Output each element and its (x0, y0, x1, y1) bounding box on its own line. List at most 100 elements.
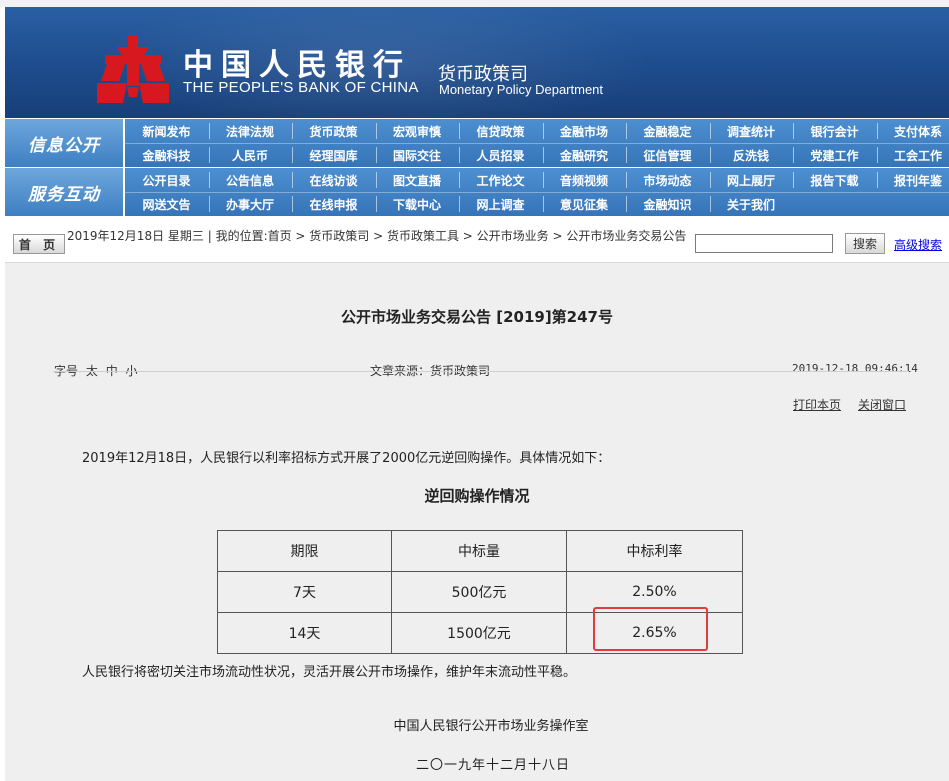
nav-separator (793, 123, 794, 139)
table-cell: 7天 (217, 571, 392, 613)
nav-item[interactable]: 货币政策 (292, 119, 375, 143)
nav-separator (375, 123, 377, 139)
nav-items-panel: 公开目录 公告信息 在线访谈 图文直播 工作论文 音频视频 市场动态 网上展厅 报告下载 报刊年鉴… (125, 168, 949, 216)
print-page-link[interactable]: 打印本页 (793, 396, 841, 413)
table-header-row: 期限 中标量 中标利率 (217, 530, 743, 572)
nav-separator (709, 172, 711, 188)
article-panel: 公开市场业务交易公告 [2019]第247号 字号 太 中 小 文章来源：货币政… (5, 262, 949, 781)
nav-separator (375, 172, 377, 188)
nav-group-service: 服务互动 公开目录 公告信息 在线访谈 图文直播 工作论文 音频视频 市场动态 网上展厅 报告下… (5, 168, 949, 216)
nav-separator (375, 196, 377, 212)
nav-group-title[interactable]: 服务互动 (5, 168, 123, 216)
nav-separator (292, 196, 293, 212)
browser-top-strip (0, 0, 949, 7)
breadcrumb-bar: 首 页 2019年12月18日 星期三 | 我的位置:首页 > 货币政策司 > … (5, 228, 949, 258)
nav-item[interactable]: 党建工作 (793, 143, 876, 167)
nav-separator (459, 196, 460, 212)
nav-item[interactable]: 报告下载 (793, 168, 876, 192)
nav-item[interactable]: 金融市场 (543, 119, 626, 143)
nav-separator (208, 123, 210, 139)
meta-divider (53, 371, 909, 372)
signature-organization: 中国人民银行公开市场业务操作室 (393, 719, 589, 734)
nav-separator (709, 147, 711, 163)
nav-item[interactable]: 下载中心 (376, 192, 459, 216)
nav-item[interactable]: 意见征集 (543, 192, 626, 216)
nav-item[interactable]: 网上调查 (459, 192, 542, 216)
nav-separator (626, 147, 627, 163)
nav-item[interactable]: 支付体系 (877, 119, 949, 143)
nav-separator (793, 172, 794, 188)
table-header-cell: 中标利率 (566, 530, 743, 572)
nav-item[interactable]: 公告信息 (209, 168, 292, 192)
nav-separator (208, 147, 210, 163)
nav-item[interactable]: 工会工作 (877, 143, 949, 167)
article-datetime: 2019-12-18 09:46:14 (792, 362, 918, 375)
highlight-annotation-box (593, 607, 708, 651)
nav-item[interactable]: 人员招录 (459, 143, 542, 167)
bank-name-en: THE PEOPLE'S BANK OF CHINA (183, 79, 419, 96)
table-cell: 500亿元 (391, 571, 567, 613)
search-input[interactable] (695, 234, 833, 253)
nav-separator (626, 172, 627, 188)
nav-separator (542, 196, 544, 212)
home-button[interactable]: 首 页 (13, 234, 65, 254)
nav-item[interactable]: 在线访谈 (292, 168, 375, 192)
nav-separator (542, 147, 544, 163)
nav-separator (626, 196, 627, 212)
nav-item[interactable]: 网送文告 (125, 192, 208, 216)
nav-separator (709, 123, 711, 139)
nav-separator (876, 123, 878, 139)
table-title: 逆回购操作情况 (424, 487, 530, 505)
bank-name-cn: 中国人民银行 (183, 48, 411, 83)
main-navigation: 信息公开 新闻发布 法律法规 货币政策 宏观审慎 信贷政策 金融市场 金融稳定 调查统计 银行会… (5, 118, 949, 216)
nav-group-title[interactable]: 信息公开 (5, 119, 123, 167)
close-window-link[interactable]: 关闭窗口 (858, 396, 906, 413)
article-title: 公开市场业务交易公告 [2019]第247号 (341, 308, 613, 326)
nav-item[interactable]: 市场动态 (626, 168, 709, 192)
nav-item[interactable]: 工作论文 (459, 168, 542, 192)
nav-item[interactable]: 报刊年鉴 (877, 168, 949, 192)
nav-item[interactable]: 公开目录 (125, 168, 208, 192)
nav-separator (626, 123, 627, 139)
nav-item[interactable]: 经理国库 (292, 143, 375, 167)
nav-item[interactable]: 银行会计 (793, 119, 876, 143)
nav-item[interactable]: 金融科技 (125, 143, 208, 167)
signature-date: 二〇一九年十二月十八日 (415, 758, 570, 773)
nav-item[interactable]: 金融稳定 (626, 119, 709, 143)
advanced-search-link[interactable]: 高级搜索 (894, 236, 942, 253)
nav-item[interactable]: 音频视频 (543, 168, 626, 192)
table-header-cell: 中标量 (391, 530, 567, 572)
nav-item[interactable]: 反洗钱 (710, 143, 793, 167)
nav-item[interactable]: 信贷政策 (459, 119, 542, 143)
search-button[interactable]: 搜索 (845, 233, 885, 254)
nav-item[interactable]: 调查统计 (710, 119, 793, 143)
nav-separator (542, 123, 544, 139)
nav-separator (876, 147, 878, 163)
nav-item[interactable]: 征信管理 (626, 143, 709, 167)
nav-item[interactable]: 国际交往 (376, 143, 459, 167)
nav-separator (459, 147, 460, 163)
nav-separator (292, 123, 293, 139)
nav-separator (292, 172, 293, 188)
nav-item[interactable]: 图文直播 (376, 168, 459, 192)
nav-item[interactable]: 法律法规 (209, 119, 292, 143)
nav-separator (793, 147, 794, 163)
nav-item[interactable]: 网上展厅 (710, 168, 793, 192)
nav-item[interactable]: 在线申报 (292, 192, 375, 216)
nav-separator (208, 172, 210, 188)
nav-separator (375, 147, 377, 163)
nav-item[interactable]: 新闻发布 (125, 119, 208, 143)
pboc-emblem-icon (97, 35, 169, 103)
nav-item[interactable]: 金融研究 (543, 143, 626, 167)
nav-item[interactable]: 办事大厅 (209, 192, 292, 216)
department-name-en: Monetary Policy Department (439, 82, 604, 97)
nav-item[interactable]: 金融知识 (626, 192, 709, 216)
table-cell: 1500亿元 (391, 612, 567, 654)
nav-group-info: 信息公开 新闻发布 法律法规 货币政策 宏观审慎 信贷政策 金融市场 金融稳定 调查统计 银行会… (5, 119, 949, 167)
site-banner: 中国人民银行 THE PEOPLE'S BANK OF CHINA 货币政策司 … (5, 7, 949, 118)
nav-item[interactable]: 关于我们 (710, 192, 793, 216)
nav-items-panel: 新闻发布 法律法规 货币政策 宏观审慎 信贷政策 金融市场 金融稳定 调查统计 银行会计 支付体系… (125, 119, 949, 167)
table-cell: 14天 (217, 612, 392, 654)
nav-item[interactable]: 宏观审慎 (376, 119, 459, 143)
nav-item[interactable]: 人民币 (209, 143, 292, 167)
